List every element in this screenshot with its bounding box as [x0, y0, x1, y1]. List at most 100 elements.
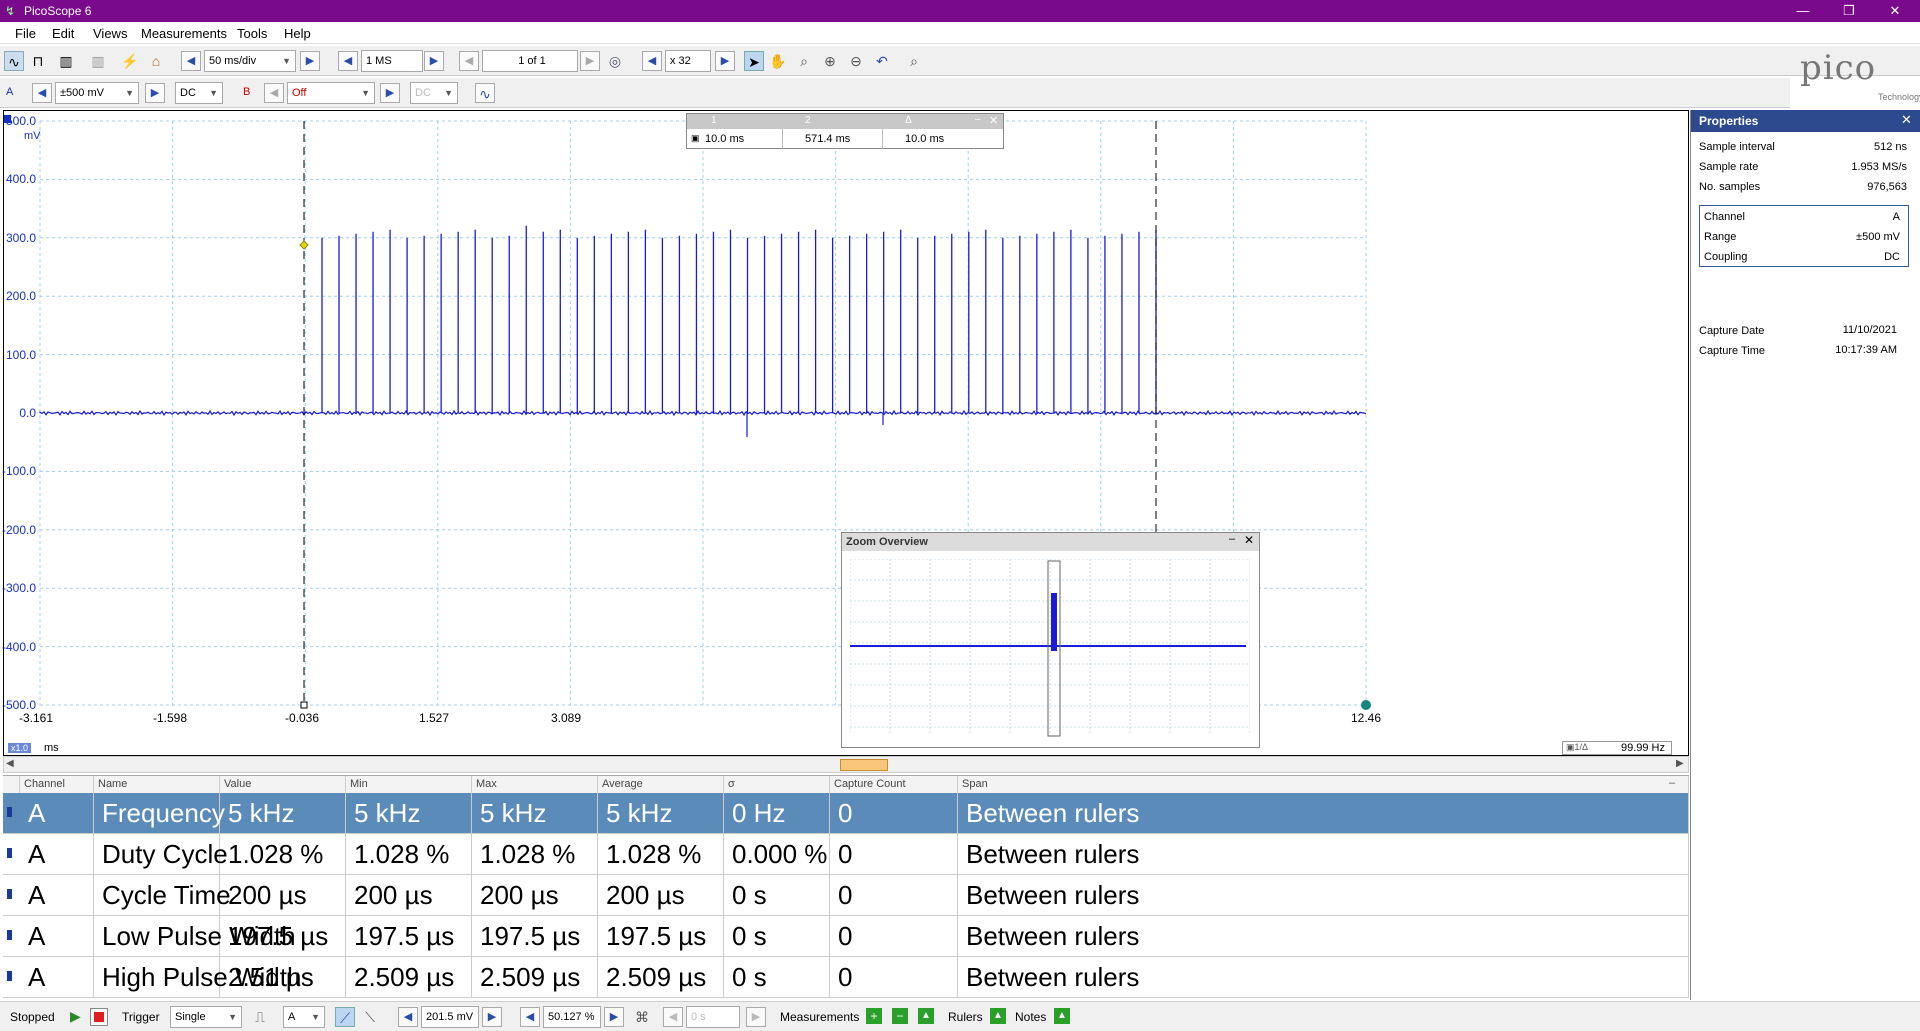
x-scale-badge[interactable]: x1.0 — [8, 743, 32, 753]
coupling-b-select[interactable]: DC ▼ — [410, 82, 458, 104]
channel-b-label[interactable]: B — [243, 86, 250, 98]
trigger-level-next-button[interactable]: ▶ — [482, 1007, 502, 1027]
trigger-level-prev-button[interactable]: ◀ — [398, 1007, 418, 1027]
rulers-icon[interactable]: ▲ — [990, 1008, 1006, 1024]
spectrum-mode-icon[interactable]: ▥ — [56, 51, 76, 71]
capture-next-button[interactable]: ▶ — [580, 51, 600, 71]
measurements-collapse-icon[interactable]: – — [1669, 777, 1675, 789]
measurement-row[interactable]: A Frequency 5 kHz 5 kHz 5 kHz 5 kHz 0 Hz 0 Betwe… — [3, 793, 1689, 834]
menu-tools[interactable]: Tools — [237, 26, 267, 41]
scope-scrollbar[interactable]: ◀ ▶ — [3, 756, 1689, 773]
falling-edge-icon[interactable]: ⟍ — [360, 1007, 380, 1027]
trigger-position-field[interactable]: 50.127 % — [543, 1006, 601, 1028]
measurement-header[interactable]: Capture Count — [830, 776, 958, 793]
measurement-header[interactable]: Channel — [20, 776, 94, 793]
measurement-header[interactable]: Min — [346, 776, 472, 793]
close-window-button[interactable]: ✕ — [1880, 2, 1910, 20]
zoom-overview-minimize-icon[interactable]: – — [1229, 533, 1235, 545]
zoom-area-icon[interactable]: ⌕ — [794, 51, 814, 71]
zoom-in-icon[interactable]: ⊕ — [820, 51, 840, 71]
menu-file[interactable]: File — [15, 26, 36, 41]
timebase-next-button[interactable]: ▶ — [300, 51, 320, 71]
zoom-prev-button[interactable]: ◀ — [642, 51, 662, 71]
home-icon[interactable]: ⌂ — [146, 51, 166, 71]
trigger-level-field[interactable]: 201.5 mV — [421, 1006, 479, 1028]
samples-next-button[interactable]: ▶ — [424, 51, 444, 71]
auto-setup-icon[interactable]: ⚡ — [120, 51, 140, 71]
properties-close-icon[interactable]: ✕ — [1901, 112, 1912, 128]
range-b-prev-button[interactable]: ◀ — [264, 83, 284, 103]
edit-measurement-icon[interactable]: ▲ — [918, 1008, 934, 1024]
samples-prev-button[interactable]: ◀ — [338, 51, 358, 71]
serial-mode-icon[interactable]: ▥ — [88, 51, 108, 71]
range-b-next-button[interactable]: ▶ — [380, 83, 400, 103]
restore-button[interactable]: ❐ — [1834, 2, 1864, 20]
range-a-select[interactable]: ±500 mV ▼ — [55, 82, 139, 104]
measurement-header[interactable]: σ — [724, 776, 830, 793]
persistence-mode-icon[interactable]: ⊓ — [28, 51, 48, 71]
rulers-label: Rulers — [948, 1010, 983, 1024]
buffer-navigator-icon[interactable]: ◎ — [605, 51, 625, 71]
measurement-header[interactable]: Max — [472, 776, 598, 793]
zoom-factor-field[interactable]: x 32 — [665, 50, 711, 72]
scroll-right-icon[interactable]: ▶ — [1676, 758, 1684, 769]
advanced-trigger-icon[interactable]: ⎍ — [250, 1007, 270, 1027]
undo-zoom-icon[interactable]: ↶ — [872, 51, 892, 71]
channel-a-label[interactable]: A — [6, 86, 13, 98]
timebase-select[interactable]: 50 ms/div ▼ — [204, 50, 296, 72]
zoom-overview-window[interactable]: Zoom Overview – ✕ — [841, 532, 1260, 748]
capture-index-field[interactable]: 1 of 1 — [482, 50, 578, 72]
stop-capture-button[interactable] — [90, 1008, 108, 1026]
range-b-select[interactable]: Off ▼ — [287, 82, 375, 104]
zoom-overview-close-icon[interactable]: ✕ — [1244, 533, 1254, 547]
range-a-next-button[interactable]: ▶ — [145, 83, 165, 103]
start-capture-icon[interactable]: ▶ — [70, 1008, 81, 1025]
menu-help[interactable]: Help — [284, 26, 311, 41]
measurement-row[interactable]: A Duty Cycle 1.028 % 1.028 % 1.028 % 1.028 % 0… — [3, 834, 1689, 875]
measurement-row[interactable]: A Low Pulse Width 197.5 µs 197.5 µs 197.5 µs… — [3, 916, 1689, 957]
scroll-thumb[interactable] — [840, 759, 888, 771]
scope-mode-icon[interactable]: ∿ — [4, 51, 24, 71]
trigger-properties-icon[interactable]: ⌘ — [632, 1007, 652, 1027]
measurement-row[interactable]: A High Pulse Width 2.51 µs 2.509 µs 2.509 µs… — [3, 957, 1689, 998]
remove-measurement-icon[interactable]: − — [892, 1008, 908, 1024]
y-tick-label: 200.0 — [5, 289, 36, 304]
zoom-next-button[interactable]: ▶ — [715, 51, 735, 71]
measurement-header[interactable]: Value — [220, 776, 346, 793]
channel-options-icon[interactable]: ∿ — [475, 83, 495, 103]
timebase-prev-button[interactable]: ◀ — [181, 51, 201, 71]
minimize-button[interactable]: — — [1788, 2, 1818, 20]
capture-date-value: 11/10/2021 — [1842, 324, 1897, 336]
capture-prev-button[interactable]: ◀ — [459, 51, 479, 71]
ruler-close-icon[interactable]: ✕ — [989, 114, 998, 127]
pointer-tool-icon[interactable]: ➤ — [744, 51, 764, 71]
ruler-minimize-icon[interactable]: – — [975, 114, 981, 125]
range-a-prev-button[interactable]: ◀ — [32, 83, 52, 103]
measurement-header[interactable]: Span — [958, 776, 1689, 793]
add-measurement-icon[interactable]: + — [866, 1008, 882, 1024]
hand-tool-icon[interactable]: ✋ — [768, 51, 788, 71]
toolbar-channels: A ◀ ±500 mV ▼ ▶ DC ▼ B ◀ Off ▼ ▶ DC ▼ ∿ — [0, 78, 1790, 108]
menu-edit[interactable]: Edit — [52, 26, 74, 41]
menu-views[interactable]: Views — [93, 26, 127, 41]
measurement-header[interactable]: Name — [94, 776, 220, 793]
zoom-fit-icon[interactable]: ⌕ — [904, 51, 924, 71]
zoom-out-icon[interactable]: ⊖ — [846, 51, 866, 71]
trigger-mode-select[interactable]: Single ▼ — [170, 1006, 242, 1028]
trigger-pos-prev-button[interactable]: ◀ — [520, 1007, 540, 1027]
trigger-delay-next-button[interactable]: ▶ — [746, 1007, 766, 1027]
menu-measurements[interactable]: Measurements — [141, 26, 227, 41]
trigger-pos-next-button[interactable]: ▶ — [604, 1007, 624, 1027]
coupling-a-select[interactable]: DC ▼ — [175, 82, 223, 104]
scroll-left-icon[interactable]: ◀ — [6, 758, 14, 769]
trigger-channel-select[interactable]: A ▼ — [283, 1006, 325, 1028]
samples-select[interactable]: 1 MS — [361, 50, 423, 72]
measurement-row[interactable]: A Cycle Time 200 µs 200 µs 200 µs 200 µs 0 s0B… — [3, 875, 1689, 916]
trigger-delay-field[interactable]: 0 s — [686, 1006, 740, 1028]
ruler-legend[interactable]: 1 2 Δ – ✕ ▣ 10.0 ms 571.4 ms 10.0 ms — [686, 113, 1004, 149]
trigger-delay-prev-button[interactable]: ◀ — [663, 1007, 683, 1027]
notes-icon[interactable]: ▲ — [1054, 1008, 1070, 1024]
range-prop-value: ±500 mV — [1856, 231, 1900, 243]
rising-edge-icon[interactable]: ⟋ — [335, 1007, 355, 1027]
measurement-header[interactable]: Average — [598, 776, 724, 793]
